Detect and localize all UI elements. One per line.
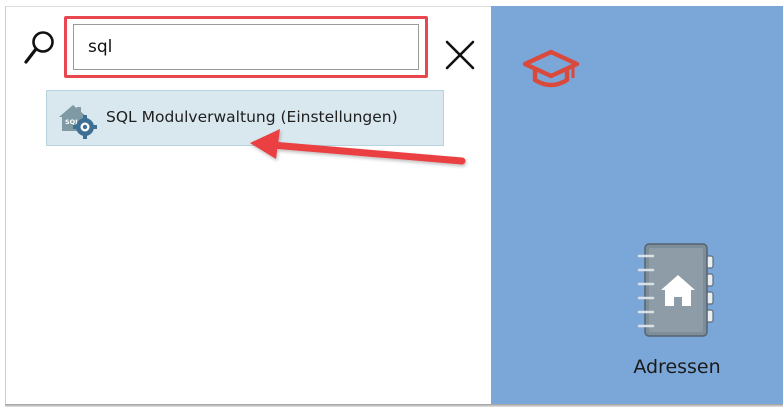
address-book-icon [637, 243, 714, 337]
red-arrow-annotation [250, 129, 466, 165]
search-panel: SQL SQL Modulverwaltung (Einstellungen) [5, 6, 492, 405]
window-bottom-edge [5, 404, 783, 407]
search-icon [24, 31, 54, 64]
graduation-cap-icon[interactable] [521, 46, 581, 96]
tiles-panel: Adressen [491, 6, 783, 404]
search-input[interactable] [73, 24, 419, 70]
tile-label: Adressen [633, 356, 721, 378]
tile-adressen[interactable]: Adressen [619, 232, 735, 392]
close-icon[interactable] [442, 37, 478, 73]
app-window: SQL SQL Modulverwaltung (Einstellungen) [0, 0, 783, 412]
sql-settings-icon: SQL [59, 105, 97, 139]
